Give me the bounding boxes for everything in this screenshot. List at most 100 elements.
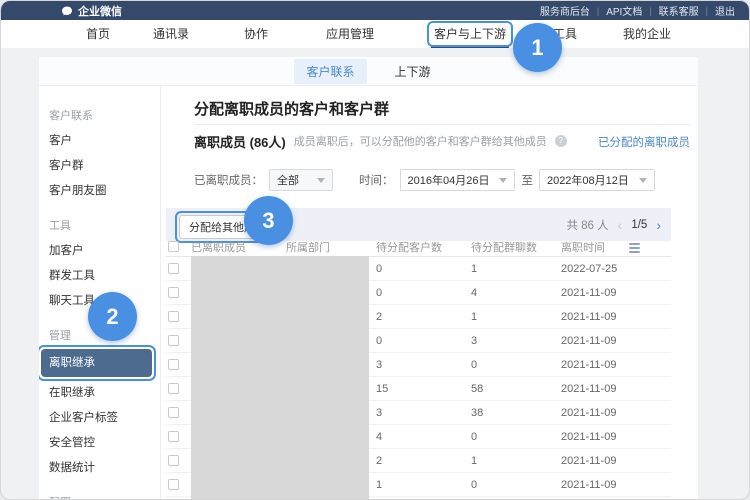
row-checkbox[interactable] xyxy=(168,407,179,418)
cell-date: 2021-11-09 xyxy=(561,305,616,329)
subtab-0[interactable]: 客户联系 xyxy=(294,59,366,84)
cell-date: 2021-11-09 xyxy=(561,473,616,497)
sidebar-item[interactable]: 数据统计 xyxy=(39,456,160,481)
sidebar-item[interactable]: 安全管控 xyxy=(39,431,160,456)
member-filter-select[interactable]: 全部 xyxy=(269,169,333,191)
nav-item-4[interactable]: 客户与上下游 xyxy=(434,20,506,48)
to-label: 至 xyxy=(521,172,533,188)
nav-item-3[interactable]: 应用管理 xyxy=(326,20,374,48)
cell-customers: 3 xyxy=(376,401,382,425)
row-checkbox[interactable] xyxy=(168,287,179,298)
topbar-link-0[interactable]: 服务商后台 xyxy=(540,3,590,18)
topbar-link-2[interactable]: 联系客服 xyxy=(659,3,699,18)
sidebar-section-header-0: 客户联系 xyxy=(39,104,160,129)
dropdown-caret-icon xyxy=(499,178,507,183)
annotation-step-3: 3 xyxy=(244,196,293,245)
sidebar-item[interactable]: 企业客户标签 xyxy=(39,406,160,431)
assigned-members-link[interactable]: 已分配的离职成员 xyxy=(598,134,690,150)
col-header-department: 所属部门 xyxy=(286,241,330,255)
cell-groups: 0 xyxy=(471,425,477,449)
row-checkbox[interactable] xyxy=(168,359,179,370)
page-indicator: 1/5 xyxy=(631,219,647,231)
cell-groups: 0 xyxy=(471,473,477,497)
sidebar-section-header-3: 配置 xyxy=(39,491,160,500)
cell-groups: 1 xyxy=(471,449,477,473)
nav-item-6[interactable]: 我的企业 xyxy=(623,20,671,48)
cell-customers: 0 xyxy=(376,281,382,305)
next-page-button[interactable]: › xyxy=(656,218,661,232)
main-content: 分配离职成员的客户和客户群 离职成员 (86人) 成员离职后，可以分配他的客户和… xyxy=(161,86,698,500)
cell-date: 2021-11-09 xyxy=(561,449,616,473)
cell-customers: 0 xyxy=(376,329,382,353)
cell-groups: 0 xyxy=(471,353,477,377)
cell-customers: 2 xyxy=(376,449,382,473)
cell-groups: 3 xyxy=(471,329,477,353)
help-info-icon[interactable]: ? xyxy=(555,135,567,147)
row-checkbox[interactable] xyxy=(168,335,179,346)
selected-nav-underline xyxy=(431,45,509,48)
redacted-names-block xyxy=(191,256,369,500)
cell-groups: 4 xyxy=(471,281,477,305)
prev-page-button[interactable]: ‹ xyxy=(618,218,623,232)
row-checkbox[interactable] xyxy=(168,431,179,442)
col-header-customers: 待分配客户数 xyxy=(376,241,442,255)
cell-groups: 58 xyxy=(471,377,483,401)
nav-item-0[interactable]: 首页 xyxy=(86,20,110,48)
row-checkbox[interactable] xyxy=(168,311,179,322)
cell-date: 2022-07-25 xyxy=(561,257,617,281)
sidebar-item[interactable]: 在职继承 xyxy=(39,381,160,406)
row-checkbox[interactable] xyxy=(168,455,179,466)
subtab-1[interactable]: 上下游 xyxy=(383,59,443,84)
wecom-admin-page: 企业微信 服务商后台|API文档|联系客服|退出 首页通讯录协作应用管理客户与上… xyxy=(0,0,750,500)
wecom-logo-icon xyxy=(61,5,73,17)
col-header-member: 已离职成员 xyxy=(191,241,246,255)
pagination: 共 86 人 ‹ 1/5 › xyxy=(566,208,661,241)
wecom-logo[interactable]: 企业微信 xyxy=(61,1,122,20)
main-nav: 首页通讯录协作应用管理客户与上下游管理工具我的企业 xyxy=(1,20,749,48)
sidebar-item[interactable]: 群发工具 xyxy=(39,264,160,289)
cell-customers: 3 xyxy=(376,353,382,377)
cell-date: 2021-11-09 xyxy=(561,329,616,353)
date-from-select[interactable]: 2016年04月26日 xyxy=(400,169,516,191)
cell-date: 2021-11-09 xyxy=(561,353,616,377)
topbar-separator: | xyxy=(706,6,708,16)
member-description: 成员离职后，可以分配他的客户和客户群给其他成员 xyxy=(294,133,547,149)
cell-date: 2021-11-09 xyxy=(561,281,616,305)
member-subheader: 离职成员 (86人) 成员离职后，可以分配他的客户和客户群给其他成员 ? xyxy=(194,132,567,150)
sidebar-item-label: 离职继承 xyxy=(49,357,95,369)
date-to-select[interactable]: 2022年08月12日 xyxy=(539,169,655,191)
sidebar-item[interactable]: 客户 xyxy=(39,129,160,154)
nav-item-1[interactable]: 通讯录 xyxy=(153,20,189,48)
cell-customers: 4 xyxy=(376,425,382,449)
topbar-links: 服务商后台|API文档|联系客服|退出 xyxy=(540,1,735,20)
select-all-checkbox[interactable] xyxy=(168,241,179,252)
table-toolbar: 分配给其他成员 共 86 人 ‹ 1/5 › xyxy=(166,208,671,241)
cell-customers: 0 xyxy=(376,257,382,281)
topbar-link-1[interactable]: API文档 xyxy=(606,3,642,18)
annotation-step-2: 2 xyxy=(88,292,137,341)
annotation-step-1: 1 xyxy=(513,23,562,72)
member-filter-value: 全部 xyxy=(277,172,299,188)
cell-groups: 1 xyxy=(471,305,477,329)
sidebar-item[interactable]: 加客户 xyxy=(39,239,160,264)
filter-row: 已离职成员： 全部 时间： 2016年04月26日 至 2022年08月12日 xyxy=(194,168,655,192)
row-checkbox[interactable] xyxy=(168,263,179,274)
row-checkbox[interactable] xyxy=(168,383,179,394)
row-checkbox[interactable] xyxy=(168,479,179,490)
dropdown-caret-icon xyxy=(317,178,325,183)
sidebar-item[interactable]: 客户群 xyxy=(39,154,160,179)
subtab-bar: 客户联系上下游 xyxy=(39,57,698,86)
sidebar-item[interactable]: 客户朋友圈 xyxy=(39,179,160,204)
topbar-separator: | xyxy=(597,6,599,16)
annotation-box-1 xyxy=(427,21,513,47)
topbar-link-3[interactable]: 退出 xyxy=(715,3,735,18)
sidebar-item[interactable]: 离职继承 xyxy=(41,349,152,377)
col-header-groups: 待分配群聊数 xyxy=(471,241,537,255)
nav-item-2[interactable]: 协作 xyxy=(244,20,268,48)
time-filter-label: 时间： xyxy=(359,172,394,188)
sidebar-section-header-1: 工具 xyxy=(39,214,160,239)
table-header: 已离职成员 所属部门 待分配客户数 待分配群聊数 离职时间 xyxy=(166,241,671,257)
total-count: 共 86 人 xyxy=(566,217,608,233)
column-settings-icon[interactable] xyxy=(629,243,640,253)
topbar: 企业微信 服务商后台|API文档|联系客服|退出 xyxy=(1,1,749,20)
